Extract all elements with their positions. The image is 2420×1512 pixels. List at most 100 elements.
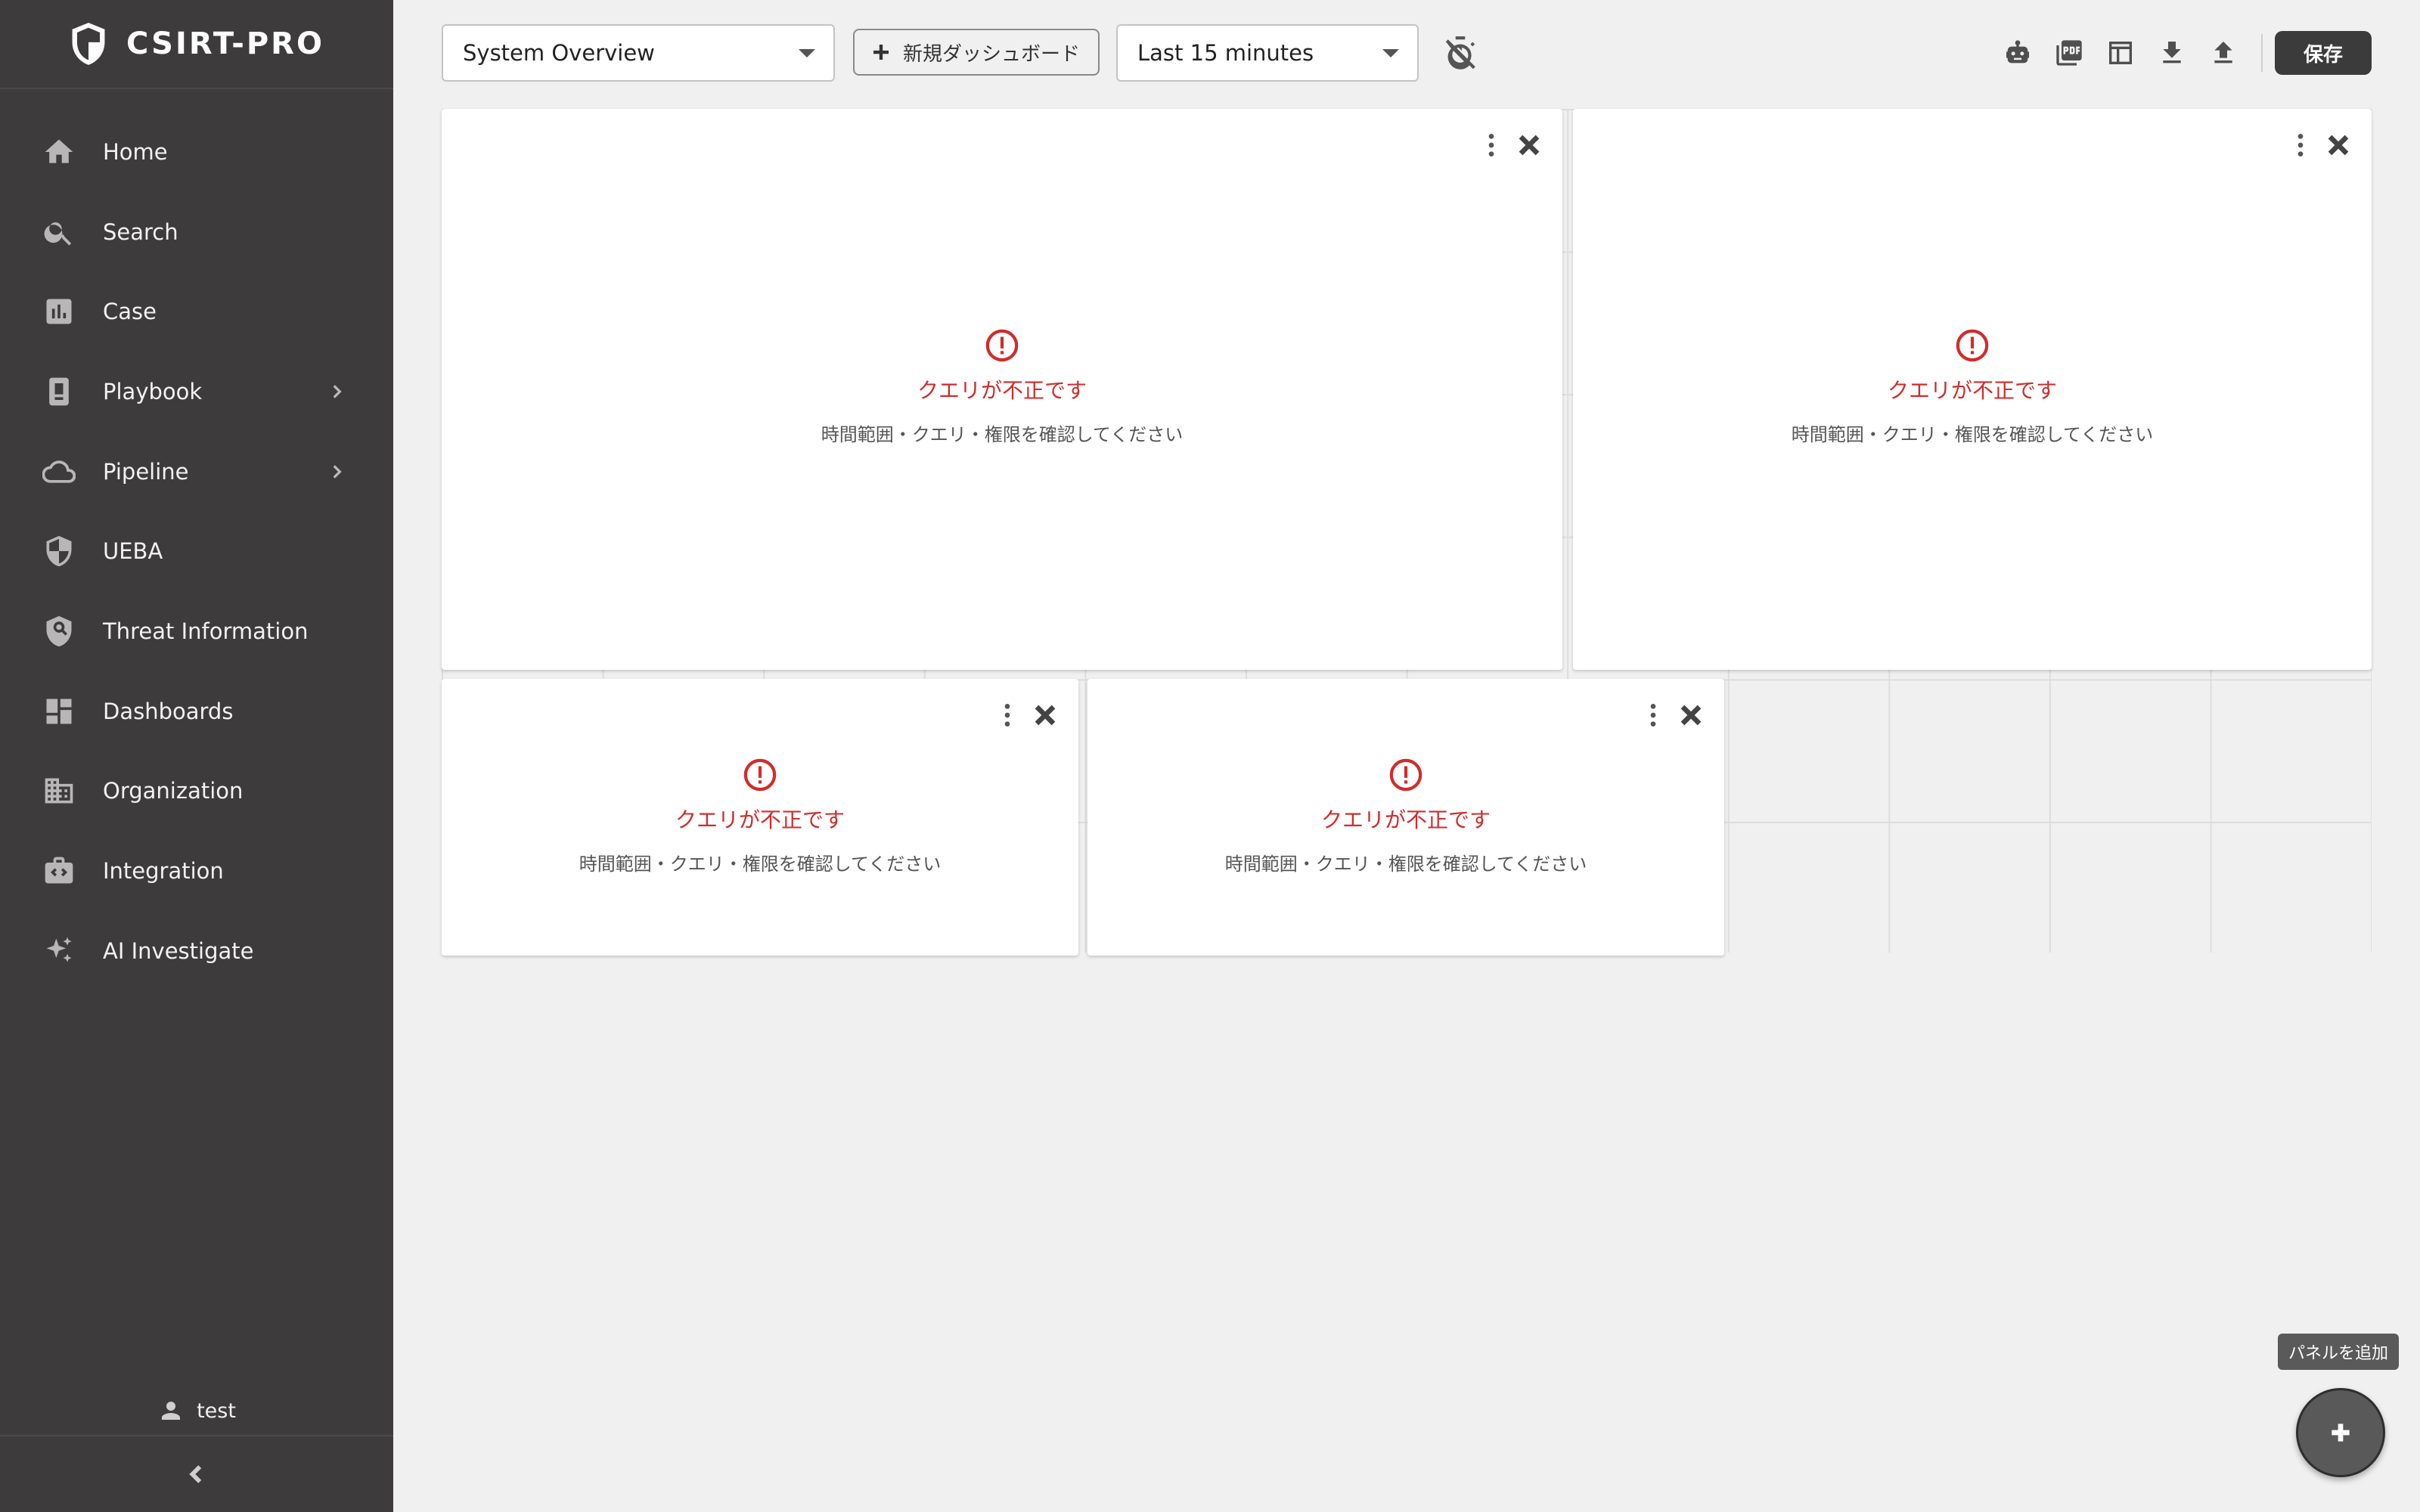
sidebar-item-playbook[interactable]: Playbook — [0, 352, 393, 432]
panel-error: クエリが不正です 時間範囲・クエリ・権限を確認してください — [1573, 328, 2372, 446]
sidebar-item-label: UEBA — [103, 538, 163, 565]
error-icon — [1955, 328, 1990, 367]
user-name: test — [197, 1399, 236, 1423]
panel-close-button[interactable] — [1674, 699, 1708, 732]
panel-close-button[interactable] — [2322, 129, 2355, 162]
sidebar-nav: Home Search Case Playbook Pipeline UEBA … — [0, 89, 393, 991]
pdf-icon — [2056, 40, 2082, 66]
timer-off-icon — [1445, 36, 1475, 70]
upload-button[interactable] — [2198, 29, 2249, 77]
sidebar-item-label: Case — [103, 299, 157, 325]
ai-assistant-button[interactable] — [1992, 29, 2043, 77]
error-message: 時間範囲・クエリ・権限を確認してください — [1224, 854, 1587, 875]
error-message: 時間範囲・クエリ・権限を確認してください — [579, 854, 942, 875]
sparkle-icon — [42, 934, 76, 968]
sidebar-item-label: Search — [103, 218, 178, 245]
download-icon — [2163, 42, 2181, 64]
sidebar-item-case[interactable]: Case — [0, 271, 393, 352]
user-icon — [162, 1402, 181, 1420]
time-range-value: Last 15 minutes — [1137, 40, 1314, 66]
dashboard-panel[interactable]: クエリが不正です 時間範囲・クエリ・権限を確認してください — [442, 109, 1562, 670]
panel-menu-button[interactable] — [1638, 700, 1668, 730]
plus-icon — [2332, 1424, 2350, 1442]
search-icon — [42, 215, 76, 249]
sidebar: CSIRT-PRO Home Search Case Playbook Pipe… — [0, 0, 393, 1512]
time-range-select[interactable]: Last 15 minutes — [1116, 24, 1419, 82]
more-vert-icon — [2297, 134, 2304, 156]
sidebar-item-integration[interactable]: Integration — [0, 831, 393, 911]
error-icon — [985, 328, 1019, 367]
sidebar-item-label: Integration — [103, 858, 224, 885]
collapse-sidebar-button[interactable] — [0, 1435, 393, 1512]
error-message: 時間範囲・クエリ・権限を確認してください — [821, 424, 1184, 445]
error-icon — [743, 758, 777, 796]
table-view-button[interactable] — [2095, 29, 2146, 77]
close-icon — [1035, 705, 1056, 726]
error-title: クエリが不正です — [1887, 378, 2057, 403]
chevron-right-icon — [327, 462, 346, 482]
new-dashboard-button[interactable]: 新規ダッシュボード — [853, 29, 1100, 76]
new-dashboard-label: 新規ダッシュボード — [903, 42, 1081, 66]
shield-half-icon — [42, 534, 76, 568]
book-icon — [42, 375, 76, 408]
close-icon — [1680, 705, 1702, 726]
cloud-icon — [42, 455, 76, 488]
brand[interactable]: CSIRT-PRO — [0, 0, 393, 89]
sidebar-item-dashboards[interactable]: Dashboards — [0, 671, 393, 751]
panel-error: クエリが不正です 時間範囲・クエリ・権限を確認してください — [1087, 758, 1724, 875]
panel-error: クエリが不正です 時間範囲・クエリ・権限を確認してください — [442, 328, 1562, 446]
sidebar-item-threat-information[interactable]: Threat Information — [0, 591, 393, 671]
auto-refresh-off-button[interactable] — [1441, 35, 1479, 73]
sidebar-item-pipeline[interactable]: Pipeline — [0, 432, 393, 512]
panel-close-button[interactable] — [1512, 129, 1546, 162]
robot-icon — [2006, 40, 2029, 64]
dashboard-panel[interactable]: クエリが不正です 時間範囲・クエリ・権限を確認してください — [442, 679, 1078, 956]
dashboard-select[interactable]: System Overview — [442, 24, 835, 82]
more-vert-icon — [1004, 704, 1010, 727]
sidebar-item-label: AI Investigate — [103, 937, 254, 964]
panel-menu-button[interactable] — [992, 700, 1022, 730]
error-icon — [1388, 758, 1423, 796]
panel-close-button[interactable] — [1028, 699, 1062, 732]
error-title: クエリが不正です — [917, 378, 1087, 403]
add-panel-tooltip: パネルを追加 — [2278, 1334, 2400, 1370]
chevron-right-icon — [327, 382, 346, 401]
sidebar-item-home[interactable]: Home — [0, 112, 393, 192]
close-icon — [2328, 135, 2349, 156]
close-icon — [1519, 135, 1540, 156]
sidebar-item-organization[interactable]: Organization — [0, 751, 393, 832]
dashboard-select-value: System Overview — [463, 40, 655, 66]
bar-chart-icon — [42, 295, 76, 328]
sidebar-item-label: Threat Information — [103, 618, 309, 644]
export-pdf-button[interactable] — [2043, 29, 2095, 77]
sidebar-item-ueba[interactable]: UEBA — [0, 511, 393, 591]
sidebar-item-label: Home — [103, 138, 168, 165]
plus-icon — [873, 45, 889, 60]
add-panel-button[interactable] — [2296, 1388, 2385, 1477]
dashboard-panel[interactable]: クエリが不正です 時間範囲・クエリ・権限を確認してください — [1573, 109, 2372, 670]
shield-logo-icon — [72, 23, 105, 65]
dashboard-panel[interactable]: クエリが不正です 時間範囲・クエリ・権限を確認してください — [1087, 679, 1724, 956]
panel-error: クエリが不正です 時間範囲・クエリ・権限を確認してください — [442, 758, 1078, 875]
sidebar-item-ai-investigate[interactable]: AI Investigate — [0, 911, 393, 991]
download-button[interactable] — [2146, 29, 2198, 77]
home-icon — [42, 135, 76, 169]
upload-icon — [2214, 42, 2232, 64]
more-vert-icon — [1650, 704, 1656, 727]
table-icon — [2109, 42, 2132, 64]
integration-icon — [42, 854, 76, 888]
sidebar-item-label: Playbook — [103, 378, 203, 404]
user-account[interactable]: test — [0, 1388, 393, 1433]
sidebar-item-label: Dashboards — [103, 698, 234, 724]
caret-down-icon — [799, 49, 815, 57]
panel-menu-button[interactable] — [1476, 130, 1506, 160]
more-vert-icon — [1488, 134, 1494, 156]
chevron-left-icon — [189, 1465, 202, 1483]
brand-name: CSIRT-PRO — [126, 26, 324, 61]
toolbar-actions: 保存 — [1992, 29, 2372, 77]
toolbar: System Overview 新規ダッシュボード Last 15 minute… — [442, 24, 2372, 83]
toolbar-divider — [2261, 34, 2263, 72]
sidebar-item-search[interactable]: Search — [0, 192, 393, 272]
panel-menu-button[interactable] — [2285, 130, 2316, 160]
save-button[interactable]: 保存 — [2275, 31, 2372, 75]
